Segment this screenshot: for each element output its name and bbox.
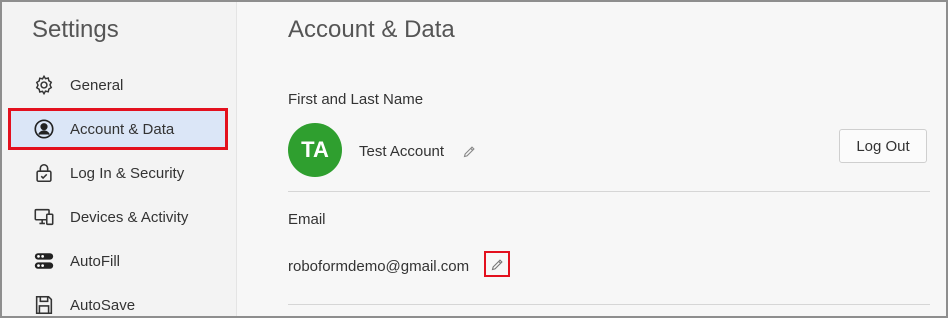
settings-window: Settings General Account & Data Log In &… (0, 0, 948, 318)
divider (288, 191, 930, 192)
sidebar-item-autofill[interactable]: AutoFill (8, 242, 228, 280)
sidebar-item-label: AutoFill (70, 252, 121, 270)
email-value: roboformdemo@gmail.com (288, 258, 470, 275)
email-section-label: Email (288, 211, 326, 228)
sidebar-item-login-security[interactable]: Log In & Security (8, 154, 228, 192)
name-section-label: First and Last Name (288, 91, 424, 108)
sidebar-title: Settings (32, 16, 119, 43)
sidebar-item-label: General (70, 76, 124, 94)
page-title: Account & Data (288, 16, 455, 43)
sidebar-item-label: AutoSave (70, 296, 136, 314)
devices-icon (32, 205, 56, 229)
account-name: Test Account (359, 143, 445, 160)
log-out-button[interactable]: Log Out (839, 129, 927, 163)
edit-name-pencil-icon[interactable] (460, 142, 478, 160)
sidebar-item-label: Devices & Activity (70, 208, 189, 226)
sidebar-item-general[interactable]: General (8, 66, 228, 104)
divider (288, 304, 930, 305)
sidebar-item-autosave[interactable]: AutoSave (8, 286, 228, 316)
sidebar-item-label: Log In & Security (70, 164, 185, 182)
sidebar: Settings General Account & Data Log In &… (2, 2, 237, 316)
edit-email-button[interactable] (484, 251, 510, 277)
autofill-icon (32, 249, 56, 273)
avatar: TA (288, 123, 342, 177)
lock-icon (32, 161, 56, 185)
sidebar-item-account-data[interactable]: Account & Data (8, 108, 228, 150)
user-circle-icon (32, 117, 56, 141)
main-panel: Account & Data First and Last Name TA Te… (238, 2, 946, 316)
pencil-icon (490, 257, 505, 272)
gear-icon (32, 73, 56, 97)
sidebar-item-label: Account & Data (70, 120, 175, 138)
sidebar-item-devices-activity[interactable]: Devices & Activity (8, 198, 228, 236)
save-icon (32, 293, 56, 316)
avatar-initials: TA (301, 137, 329, 162)
